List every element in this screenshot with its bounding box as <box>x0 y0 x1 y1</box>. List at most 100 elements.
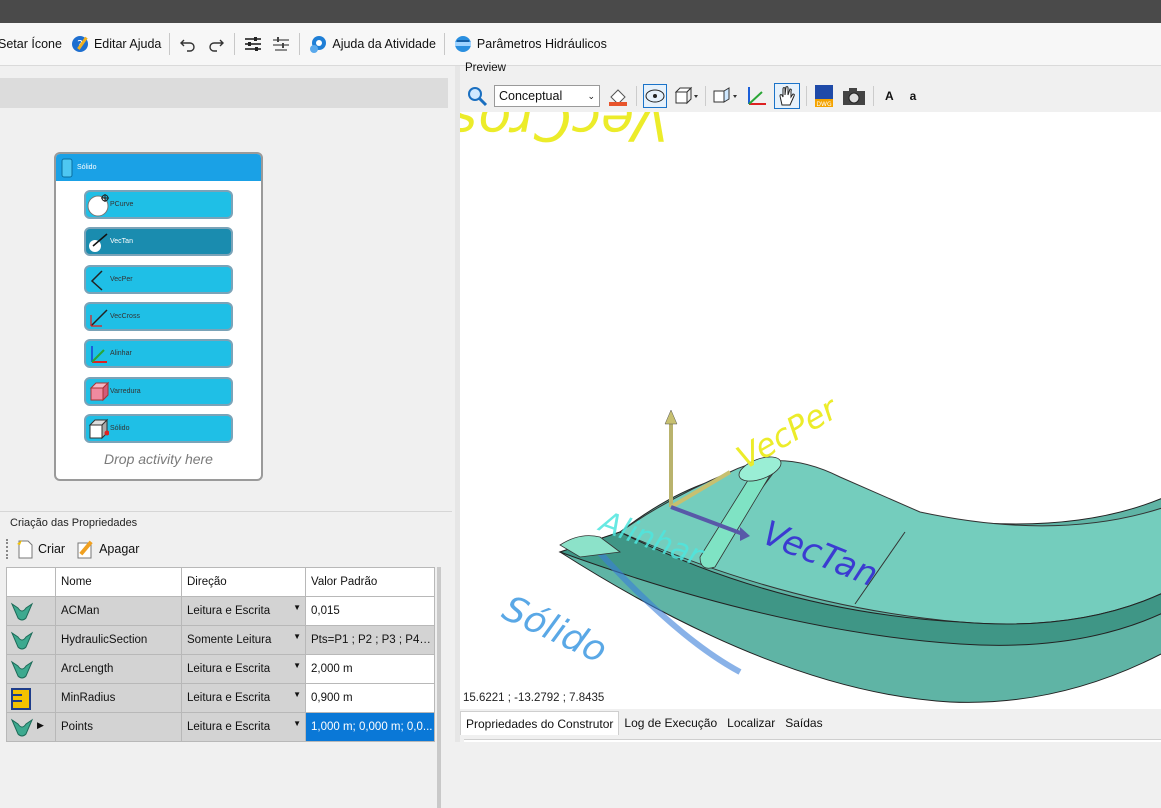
dropdown-arrow-icon[interactable]: ▼ <box>293 632 301 641</box>
delete-label: Apagar <box>99 542 140 556</box>
activity-varredura[interactable]: Varredura <box>84 377 233 406</box>
column-header-default-value[interactable]: Valor Padrão <box>305 567 435 597</box>
activity-pcurve[interactable]: PCurve <box>84 190 233 219</box>
drop-hint: Drop activity here <box>104 451 213 467</box>
solid-container[interactable]: Sólido PCurve VecTan VecPer VecCross Ali… <box>54 152 263 481</box>
edit-delete-icon <box>77 540 93 559</box>
direction-value: Leitura e Escrita <box>187 663 271 675</box>
visual-style-select[interactable]: Conceptual ⌄ <box>494 85 600 107</box>
hydraulic-params-button[interactable]: Parâmetros Hidráulicos <box>449 29 611 59</box>
view-cube-dropdown-icon[interactable] <box>673 85 699 107</box>
axes-icon[interactable] <box>744 84 768 108</box>
vector-perpendicular-icon <box>90 270 103 291</box>
property-default-value[interactable]: 0,900 m <box>305 683 435 713</box>
projection-dropdown-icon[interactable] <box>712 85 738 107</box>
activity-solido[interactable]: Sólido <box>84 414 233 443</box>
row-icon-cell: ▶ <box>6 712 56 742</box>
tab-outputs[interactable]: Saídas <box>780 711 827 735</box>
row-header-corner <box>6 567 56 597</box>
property-direction[interactable]: Leitura e Escrita ▼ <box>181 683 306 713</box>
tab-execution-log[interactable]: Log de Execução <box>619 711 722 735</box>
redo-icon <box>209 39 225 52</box>
property-direction[interactable]: Leitura e Escrita ▼ <box>181 654 306 684</box>
column-header-direction[interactable]: Direção <box>181 567 306 597</box>
bottom-tabs: Propriedades do Construtor Log de Execuç… <box>460 711 1161 742</box>
property-direction[interactable]: Leitura e Escrita ▼ <box>181 596 306 626</box>
activity-help-button[interactable]: Ajuda da Atividade <box>304 29 440 59</box>
window-titlebar <box>0 0 1161 23</box>
property-default-value[interactable]: 0,015 <box>305 596 435 626</box>
vector-tangent-icon <box>89 233 108 252</box>
activity-alinhar[interactable]: Alinhar <box>84 339 233 368</box>
scene-label-veccross: VecCross <box>460 112 668 152</box>
properties-grid: Nome Direção Valor Padrão ACMan Leitura … <box>6 567 435 742</box>
create-button[interactable]: Criar <box>14 534 67 564</box>
font-increase-button[interactable]: A <box>880 89 899 103</box>
activity-label: VecPer <box>110 276 133 283</box>
property-default-value[interactable]: Pts=P1 ; P2 ; P3 ; P4 ;... <box>305 625 435 655</box>
settings-sliders-button[interactable] <box>239 29 267 59</box>
sliders-icon <box>245 37 262 51</box>
dropdown-arrow-icon[interactable]: ▼ <box>293 690 301 699</box>
paint-bucket-icon[interactable] <box>606 85 630 107</box>
edit-help-button[interactable]: ? Editar Ajuda <box>66 29 165 59</box>
ruler-icon <box>11 688 31 710</box>
property-name[interactable]: Points <box>55 712 182 742</box>
activity-label: Alinhar <box>110 350 132 357</box>
column-header-name[interactable]: Nome <box>55 567 182 597</box>
table-row[interactable]: HydraulicSection Somente Leitura ▼ Pts=P1… <box>6 625 435 655</box>
delete-button[interactable]: Apagar <box>73 534 141 564</box>
undo-button[interactable] <box>174 29 202 59</box>
pan-hand-icon[interactable] <box>774 83 800 109</box>
workflow-canvas[interactable]: Sólido PCurve VecTan VecPer VecCross Ali… <box>0 108 452 518</box>
table-row[interactable]: ACMan Leitura e Escrita ▼ 0,015 <box>6 596 435 626</box>
table-row-selected[interactable]: ▶ Points Leitura e Escrita ▼ 1,000 m; 0,0… <box>6 712 435 742</box>
hydraulic-pipe-icon <box>454 36 471 52</box>
property-name[interactable]: MinRadius <box>55 683 182 713</box>
table-row[interactable]: MinRadius Leitura e Escrita ▼ 0,900 m <box>6 683 435 713</box>
property-direction[interactable]: Leitura e Escrita ▼ <box>181 712 306 742</box>
font-decrease-button[interactable]: a <box>905 89 922 103</box>
preview-panel: Preview Conceptual ⌄ DWG A a VecCro VecP… <box>460 62 1161 742</box>
camera-icon[interactable] <box>841 85 867 107</box>
toolbar-separator <box>299 33 301 55</box>
activity-vecper[interactable]: VecPer <box>84 265 233 294</box>
filter-settings-button[interactable] <box>267 29 295 59</box>
tab-builder-properties[interactable]: Propriedades do Construtor <box>460 711 620 735</box>
direction-value: Leitura e Escrita <box>187 605 271 617</box>
direction-value: Somente Leitura <box>187 634 272 646</box>
activity-vectan[interactable]: VecTan <box>84 227 233 256</box>
orbit-icon[interactable] <box>643 84 667 108</box>
property-name[interactable]: ArcLength <box>55 654 182 684</box>
dwg-export-icon[interactable]: DWG <box>813 84 835 108</box>
property-name[interactable]: ACMan <box>55 596 182 626</box>
sweep-icon <box>89 381 109 402</box>
activity-veccross[interactable]: VecCross <box>84 302 233 331</box>
tab-find[interactable]: Localizar <box>722 711 780 735</box>
activity-help-label: Ajuda da Atividade <box>332 37 436 51</box>
toolbar-separator <box>169 33 171 55</box>
property-default-value[interactable]: 2,000 m <box>305 654 435 684</box>
dropdown-arrow-icon[interactable]: ▼ <box>293 661 301 670</box>
property-name[interactable]: HydraulicSection <box>55 625 182 655</box>
row-icon-cell <box>6 596 56 626</box>
dropdown-arrow-icon[interactable]: ▼ <box>293 603 301 612</box>
row-icon-cell <box>6 625 56 655</box>
table-row[interactable]: ArcLength Leitura e Escrita ▼ 2,000 m <box>6 654 435 684</box>
row-icon-cell <box>6 683 56 713</box>
activity-label: PCurve <box>110 201 134 208</box>
dropdown-arrow-icon[interactable]: ▼ <box>293 719 301 728</box>
chevron-down-icon: ⌄ <box>587 90 595 101</box>
set-icon-button[interactable]: Setar Ícone <box>0 29 66 59</box>
section-green-icon <box>10 631 34 650</box>
grid-scrollbar[interactable] <box>437 567 441 808</box>
property-direction[interactable]: Somente Leitura ▼ <box>181 625 306 655</box>
new-document-icon <box>17 540 33 559</box>
property-default-value[interactable]: 1,000 m; 0,000 m; 0,0... <box>305 712 435 742</box>
preview-toolbar: Conceptual ⌄ DWG A a <box>460 80 1161 112</box>
properties-title: Criação das Propriedades <box>10 517 138 529</box>
activity-label: Sólido <box>110 425 130 432</box>
3d-viewport[interactable]: VecCross VecPer VecTan Alinhar Sólido 15… <box>460 112 1161 709</box>
redo-button[interactable] <box>202 29 230 59</box>
zoom-icon[interactable] <box>466 85 488 107</box>
